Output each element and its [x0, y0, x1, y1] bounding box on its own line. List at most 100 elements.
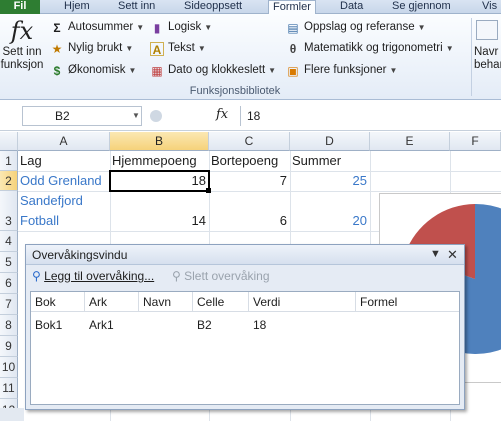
- watch-window-title-text: Overvåkingsvindu: [32, 248, 128, 262]
- more-functions-button[interactable]: ▣ Flere funksjoner ▼: [286, 61, 397, 80]
- recently-used-button[interactable]: ★ Nylig brukt ▼: [50, 39, 134, 58]
- tab-review[interactable]: Se gjennom: [388, 0, 455, 14]
- insert-function-fx-icon[interactable]: fx: [216, 107, 228, 122]
- column-header-name[interactable]: Navn: [139, 292, 193, 312]
- fx-icon: fx: [10, 17, 34, 45]
- cell-a3-line2[interactable]: Fotball: [20, 212, 59, 230]
- add-watch-label: Legg til overvåking...: [44, 269, 155, 283]
- select-all-corner[interactable]: [0, 132, 18, 151]
- cell-a1[interactable]: Lag: [20, 152, 42, 170]
- dropdown-arrow-icon: ▼: [389, 66, 398, 75]
- formula-input[interactable]: 18: [240, 106, 501, 126]
- tab-file[interactable]: Fil: [0, 0, 40, 14]
- name-box-dropdown-icon[interactable]: ▼: [132, 111, 140, 120]
- watch-formula: [356, 316, 360, 334]
- column-header-b[interactable]: B: [110, 132, 209, 151]
- watch-window-toolbar: ⚲ Legg til overvåking... ⚲ Slett overvåk…: [26, 265, 464, 287]
- watch-window-title[interactable]: Overvåkingsvindu: [26, 245, 464, 265]
- math-trig-button[interactable]: θ Matematikk og trigonometri ▼: [286, 39, 454, 58]
- logical-label: Logisk: [168, 21, 202, 33]
- tab-home[interactable]: Hjem: [60, 0, 94, 14]
- autosum-label: Autosummer: [68, 21, 134, 33]
- financial-button[interactable]: $ Økonomisk ▼: [50, 61, 137, 80]
- text-a-icon: A: [150, 41, 164, 57]
- row-header-8[interactable]: 8: [0, 315, 18, 336]
- cell-c1[interactable]: Bortepoeng: [211, 152, 278, 170]
- watch-name: [139, 316, 143, 334]
- cell-c2[interactable]: 7: [209, 172, 287, 190]
- tab-formulas[interactable]: Formler: [268, 0, 316, 15]
- star-icon: ★: [51, 41, 63, 56]
- column-header-d[interactable]: D: [290, 132, 370, 151]
- column-header-f[interactable]: F: [450, 132, 501, 151]
- dropdown-arrow-icon: ▼: [125, 44, 134, 53]
- insert-function-button[interactable]: fx Sett inn funksjon: [0, 16, 44, 72]
- row-header-4[interactable]: 4: [0, 231, 18, 252]
- cell-a2[interactable]: Odd Grenland: [20, 172, 102, 190]
- delete-watch-label: Slett overvåking: [184, 269, 270, 283]
- name-box[interactable]: B2: [22, 106, 142, 126]
- close-icon[interactable]: ✕: [447, 247, 458, 263]
- lookup-reference-button[interactable]: ▤ Oppslag og referanse ▼: [286, 18, 426, 37]
- dropdown-arrow-icon: ▼: [197, 44, 206, 53]
- column-header-a[interactable]: A: [18, 132, 110, 151]
- text-button[interactable]: A Tekst ▼: [150, 39, 206, 58]
- row-header-5[interactable]: 5: [0, 252, 18, 273]
- math-trig-label: Matematikk og trigonometri: [304, 42, 443, 54]
- row-header-6[interactable]: 6: [0, 273, 18, 294]
- dropdown-arrow-icon: ▼: [268, 66, 277, 75]
- autosum-button[interactable]: Σ Autosummer ▼: [50, 18, 144, 37]
- recently-used-label: Nylig brukt: [68, 42, 123, 54]
- name-manager-button[interactable]: Navr behan: [474, 20, 501, 72]
- column-header-cell[interactable]: Celle: [193, 292, 249, 312]
- gridline: [18, 191, 501, 192]
- function-library-group-label: Funksjonsbibliotek: [189, 85, 281, 97]
- sigma-icon: Σ: [53, 20, 61, 35]
- delete-watch-button[interactable]: ⚲ Slett overvåking: [172, 268, 270, 285]
- logical-button[interactable]: ▮ Logisk ▼: [150, 18, 212, 37]
- tab-page-layout[interactable]: Sideoppsett: [180, 0, 246, 14]
- cell-b1[interactable]: Hjemmepoeng: [112, 152, 197, 170]
- column-header-formula[interactable]: Formel: [356, 292, 459, 312]
- more-functions-icon: ▣: [287, 63, 299, 78]
- tab-view[interactable]: Vis: [478, 0, 501, 14]
- lookup-book-icon: ▤: [287, 20, 299, 35]
- watch-sheet: Ark1: [89, 318, 114, 332]
- formula-bar: B2 ▼ fx 18: [0, 101, 501, 131]
- column-header-e[interactable]: E: [370, 132, 450, 151]
- fill-handle[interactable]: [206, 188, 211, 193]
- cell-b3[interactable]: 14: [110, 212, 206, 230]
- cell-d2[interactable]: 25: [290, 172, 367, 190]
- text-label: Tekst: [168, 42, 195, 54]
- cell-a3-line1[interactable]: Sandefjord: [20, 192, 83, 210]
- dropdown-arrow-icon: ▼: [417, 23, 426, 32]
- column-header-sheet[interactable]: Ark: [85, 292, 139, 312]
- name-manager-label-1: Navr: [474, 46, 499, 58]
- tab-insert[interactable]: Sett inn: [114, 0, 159, 14]
- chevron-down-icon[interactable]: ▼: [430, 248, 441, 260]
- logical-book-icon: ▮: [153, 20, 161, 35]
- formula-bar-splitter-icon[interactable]: [150, 110, 162, 122]
- tab-data[interactable]: Data: [336, 0, 367, 14]
- column-header-c[interactable]: C: [209, 132, 290, 151]
- add-watch-icon: ⚲: [32, 269, 41, 283]
- cell-d1[interactable]: Summer: [292, 152, 341, 170]
- row-header-3[interactable]: 3: [0, 191, 18, 231]
- row-header-7[interactable]: 7: [0, 294, 18, 315]
- date-time-button[interactable]: ▦ Dato og klokkeslett ▼: [150, 61, 276, 80]
- cell-d3[interactable]: 20: [290, 212, 367, 230]
- watch-book: Bok1: [35, 318, 63, 332]
- row-header-1[interactable]: 1: [0, 151, 18, 171]
- ribbon: fx Sett inn funksjon Σ Autosummer ▼ ★ Ny…: [0, 14, 501, 100]
- row-header-10[interactable]: 10: [0, 357, 18, 378]
- theta-icon: θ: [289, 41, 297, 56]
- cell-c3[interactable]: 6: [209, 212, 287, 230]
- column-header-value[interactable]: Verdi: [249, 292, 356, 312]
- add-watch-button[interactable]: ⚲ Legg til overvåking...: [32, 268, 154, 285]
- row-header-9[interactable]: 9: [0, 336, 18, 357]
- sheet-scroll-area[interactable]: [0, 408, 24, 421]
- column-header-book[interactable]: Bok: [31, 292, 85, 312]
- row-header-2[interactable]: 2: [0, 171, 18, 191]
- insert-function-label-1: Sett inn: [2, 46, 42, 58]
- row-header-11[interactable]: 11: [0, 378, 18, 399]
